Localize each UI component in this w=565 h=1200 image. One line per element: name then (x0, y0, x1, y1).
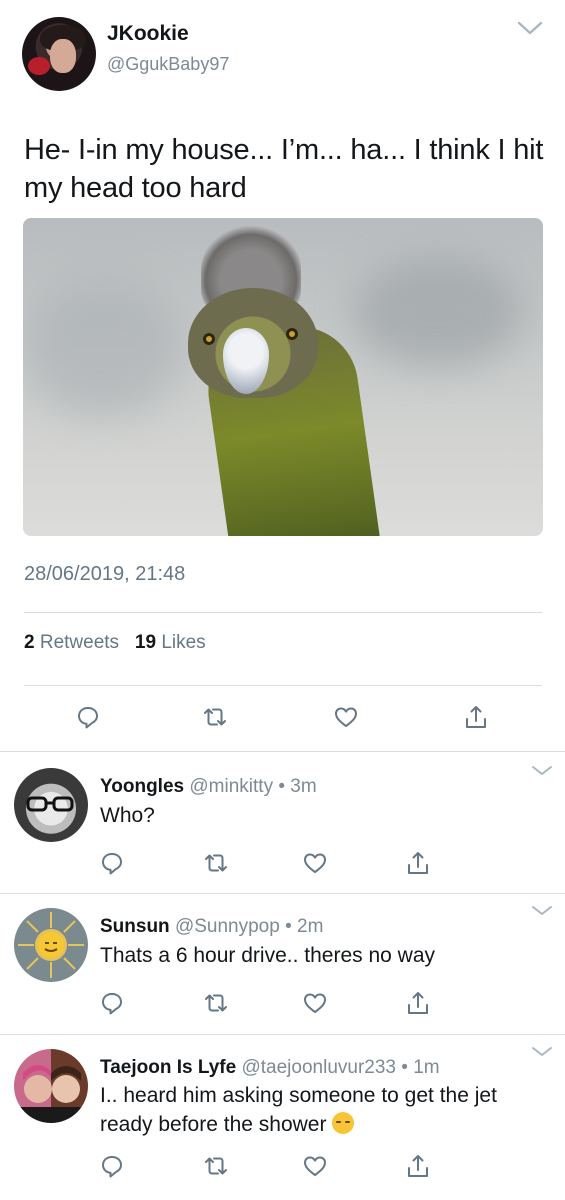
avatar[interactable] (14, 1049, 88, 1123)
bird-eye (203, 333, 215, 345)
chevron-down-icon[interactable] (530, 1045, 554, 1059)
photo-background (353, 258, 523, 368)
heart-icon[interactable] (302, 990, 328, 1016)
reply-text: Who? (100, 804, 155, 827)
retweet-icon[interactable] (203, 850, 229, 876)
reply-display-name[interactable]: Sunsun (100, 916, 170, 937)
retweets-label: Retweets (39, 632, 120, 653)
retweet-icon[interactable] (203, 990, 229, 1016)
divider (24, 612, 542, 613)
divider (0, 751, 565, 752)
tweet-photo[interactable] (23, 218, 543, 536)
divider (0, 893, 565, 894)
divider (24, 685, 542, 686)
pensive-face-emoji-icon (332, 1112, 355, 1134)
reply-header: Sunsun @Sunnypop • 2m (100, 916, 323, 938)
likes-label: Likes (161, 632, 206, 653)
reply-handle-meta: @taejoonluvur233 • 1m (241, 1057, 440, 1078)
retweet-icon[interactable] (202, 704, 228, 730)
bird-eye (286, 328, 298, 340)
reply-text: Thats a 6 hour drive.. theres no way (100, 944, 436, 967)
retweet-icon[interactable] (203, 1153, 229, 1179)
share-icon[interactable] (405, 990, 431, 1016)
likes-stat[interactable]: 19 Likes (135, 632, 206, 653)
reply-text-content: I.. heard him asking someone to get the … (100, 1084, 497, 1136)
avatar[interactable] (22, 17, 96, 91)
tweet-stats: 2 Retweets 19 Likes (24, 632, 206, 654)
share-icon[interactable] (405, 1153, 431, 1179)
reply-text: I.. heard him asking someone to get the … (100, 1081, 545, 1139)
tweet-text: He- I-in my house... I’m... ha... I thin… (24, 134, 544, 204)
reply-icon[interactable] (75, 704, 101, 730)
reply-icon[interactable] (99, 850, 125, 876)
heart-icon[interactable] (302, 850, 328, 876)
reply-icon[interactable] (99, 1153, 125, 1179)
heart-icon[interactable] (333, 704, 359, 730)
photo-background (23, 278, 183, 418)
avatar[interactable] (14, 908, 88, 982)
avatar-face (50, 39, 76, 73)
reply-header: Taejoon Is Lyfe @taejoonluvur233 • 1m (100, 1057, 440, 1079)
retweets-count: 2 (24, 632, 35, 653)
reply-handle-meta: @minkitty • 3m (189, 776, 317, 797)
tweet-timestamp: 28/06/2019, 21:48 (24, 563, 186, 585)
chevron-down-icon[interactable] (530, 764, 554, 778)
reply-display-name[interactable]: Yoongles (100, 776, 184, 797)
share-icon[interactable] (463, 704, 489, 730)
author-display-name[interactable]: JKookie (107, 22, 189, 46)
chevron-down-icon[interactable] (516, 18, 544, 38)
avatar[interactable] (14, 768, 88, 842)
reply-handle-meta: @Sunnypop • 2m (174, 916, 324, 937)
author-handle[interactable]: @GgukBaby97 (107, 54, 229, 75)
retweets-stat[interactable]: 2 Retweets (24, 632, 119, 653)
reply-header: Yoongles @minkitty • 3m (100, 776, 317, 798)
chevron-down-icon[interactable] (530, 904, 554, 918)
heart-icon[interactable] (302, 1153, 328, 1179)
likes-count: 19 (134, 632, 157, 653)
reply-display-name[interactable]: Taejoon Is Lyfe (100, 1057, 236, 1078)
reply-icon[interactable] (99, 990, 125, 1016)
share-icon[interactable] (405, 850, 431, 876)
divider (0, 1034, 565, 1035)
avatar-flower (28, 57, 50, 75)
